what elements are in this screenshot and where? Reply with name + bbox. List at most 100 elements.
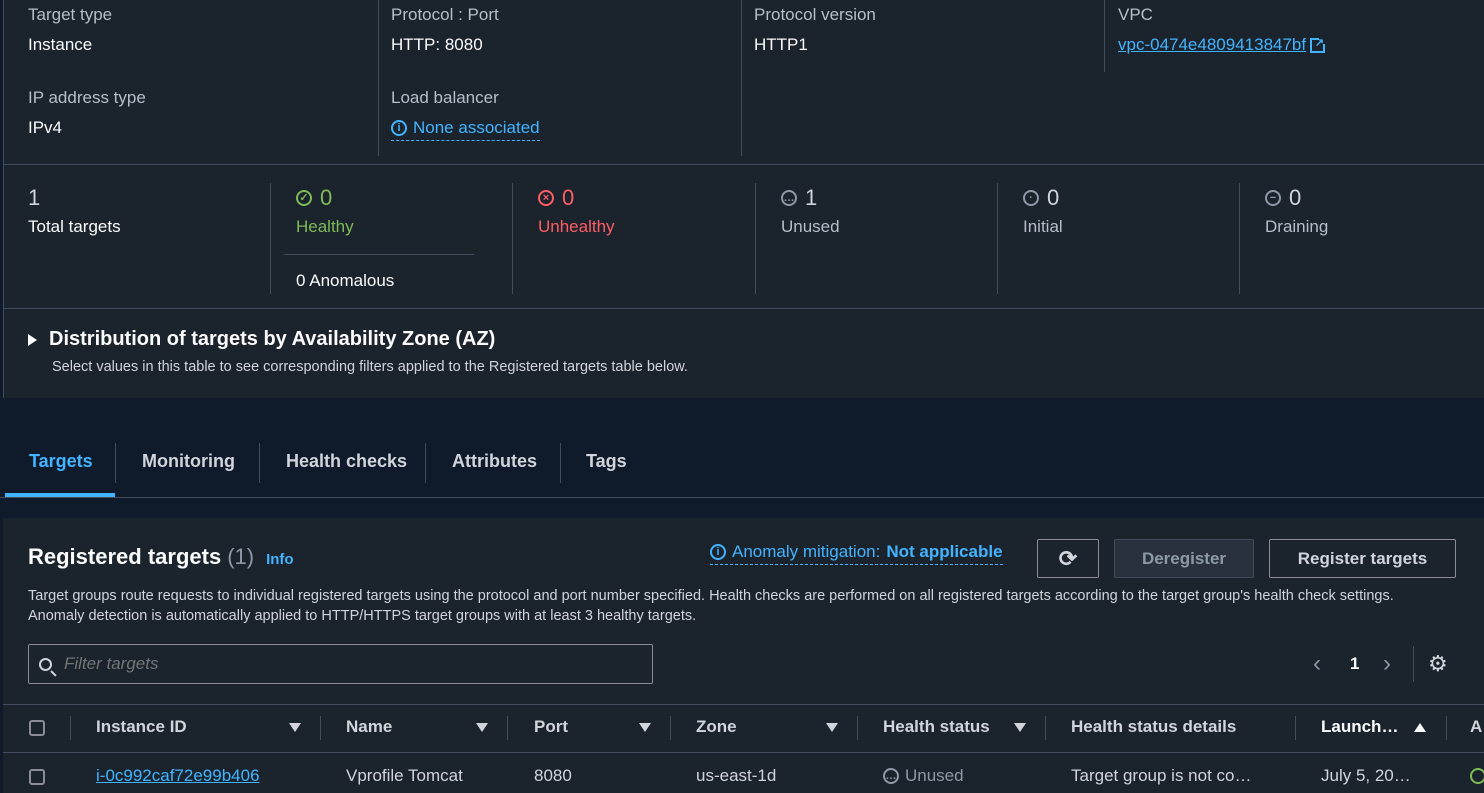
select-all-checkbox[interactable]: [29, 720, 45, 736]
tab-attributes[interactable]: Attributes: [452, 451, 537, 472]
instance-id-link[interactable]: i-0c992caf72e99b406: [96, 766, 260, 786]
unhealthy-label: Unhealthy: [538, 217, 615, 236]
anomalous-label: 0 Anomalous: [296, 271, 395, 290]
divider: [378, 0, 379, 156]
row-checkbox[interactable]: [29, 769, 45, 785]
column-header-zone[interactable]: Zone: [696, 717, 737, 737]
divider: [857, 716, 858, 740]
divider: [1239, 183, 1240, 294]
sort-icon[interactable]: [1014, 723, 1026, 732]
protocol-version-value: HTTP1: [754, 35, 808, 54]
row-zone: us-east-1d: [696, 766, 777, 785]
divider: [0, 497, 1484, 498]
search-icon: [39, 657, 57, 677]
registered-targets-heading: Registered targets (1) Info: [28, 544, 294, 570]
registered-targets-count: (1): [227, 544, 255, 569]
previous-page-icon[interactable]: ‹: [1313, 650, 1321, 678]
column-header-health-status-details[interactable]: Health status details: [1071, 717, 1236, 737]
sort-icon[interactable]: [476, 723, 488, 732]
divider: [425, 443, 426, 483]
divider: [284, 254, 474, 255]
total-targets-label: Total targets: [28, 217, 121, 236]
info-icon: i: [391, 120, 407, 136]
divider: [670, 716, 671, 740]
info-icon: i: [710, 544, 726, 560]
divider: [270, 183, 271, 294]
vpc-value: vpc-0474e4809413847bf: [1118, 35, 1307, 54]
distribution-expander[interactable]: Distribution of targets by Availability …: [28, 328, 495, 351]
tab-targets[interactable]: Targets: [29, 451, 93, 472]
row-launch-time: July 5, 20…: [1321, 766, 1411, 785]
divider: [1446, 716, 1447, 740]
distribution-subtitle: Select values in this table to see corre…: [52, 359, 688, 375]
sort-ascending-icon[interactable]: [1414, 723, 1426, 732]
next-page-icon[interactable]: ›: [1383, 650, 1391, 678]
divider: [560, 443, 561, 483]
load-balancer-label: Load balancer: [391, 88, 499, 107]
vpc-label: VPC: [1118, 5, 1153, 24]
column-header-launch-time[interactable]: Launch…: [1321, 717, 1398, 737]
filter-targets-box[interactable]: [28, 644, 653, 684]
refresh-button[interactable]: ⟳: [1037, 539, 1099, 578]
protocol-port-label: Protocol : Port: [391, 5, 499, 24]
divider: [259, 443, 260, 483]
healthy-count[interactable]: ✓ 0: [296, 185, 332, 211]
row-health-status: … Unused: [883, 766, 964, 786]
unused-count[interactable]: … 1: [781, 185, 817, 211]
filter-targets-input[interactable]: [62, 653, 626, 675]
column-header-port[interactable]: Port: [534, 717, 568, 737]
page-number[interactable]: 1: [1350, 654, 1359, 674]
unhealthy-count[interactable]: × 0: [538, 185, 574, 211]
row-port: 8080: [534, 766, 572, 785]
divider: [997, 183, 998, 294]
column-header-health-status[interactable]: Health status: [883, 717, 990, 737]
register-targets-button[interactable]: Register targets: [1269, 539, 1456, 578]
protocol-version-label: Protocol version: [754, 5, 876, 24]
caret-right-icon: [28, 333, 37, 346]
refresh-icon: ⟳: [1058, 545, 1078, 571]
anomaly-label: Anomaly mitigation:: [732, 542, 881, 561]
target-type-value: Instance: [28, 35, 93, 54]
total-targets-count: 1: [28, 185, 41, 210]
external-link-icon: ↗: [1310, 36, 1327, 53]
check-circle-icon: [1470, 768, 1484, 784]
sort-icon[interactable]: [826, 723, 838, 732]
check-circle-icon: ✓: [296, 190, 312, 206]
unused-label: Unused: [781, 217, 840, 236]
load-balancer-value: None associated: [413, 118, 540, 137]
vpc-link[interactable]: vpc-0474e4809413847bf ↗: [1118, 35, 1327, 55]
divider: [512, 183, 513, 294]
gear-icon[interactable]: ⚙: [1428, 651, 1448, 677]
minus-circle-icon: −: [1265, 190, 1281, 206]
draining-label: Draining: [1265, 217, 1329, 236]
clock-icon: ·: [1023, 190, 1039, 206]
tab-health-checks[interactable]: Health checks: [286, 451, 407, 472]
divider: [507, 716, 508, 740]
ip-type-value: IPv4: [28, 118, 63, 137]
initial-count[interactable]: · 0: [1023, 185, 1059, 211]
column-header-name[interactable]: Name: [346, 717, 392, 737]
load-balancer-link[interactable]: i None associated: [391, 118, 540, 141]
deregister-button[interactable]: Deregister: [1114, 539, 1254, 578]
registered-targets-title: Registered targets: [28, 544, 222, 569]
divider: [3, 752, 1484, 753]
protocol-port-value: HTTP: 8080: [391, 35, 483, 54]
row-health-details: Target group is not co…: [1071, 766, 1252, 785]
divider: [3, 308, 1484, 309]
divider: [70, 716, 71, 740]
anomaly-mitigation-link[interactable]: i Anomaly mitigation: Not applicable: [710, 542, 1003, 565]
divider: [320, 716, 321, 740]
divider: [741, 0, 742, 156]
divider: [1045, 716, 1046, 740]
column-header-instance-id[interactable]: Instance ID: [96, 717, 187, 737]
tab-monitoring[interactable]: Monitoring: [142, 451, 235, 472]
divider: [1104, 0, 1105, 72]
sort-icon[interactable]: [289, 723, 301, 732]
healthy-label: Healthy: [296, 217, 354, 236]
tab-tags[interactable]: Tags: [586, 451, 627, 472]
draining-count[interactable]: − 0: [1265, 185, 1301, 211]
divider: [755, 183, 756, 294]
info-link[interactable]: Info: [266, 551, 294, 568]
sort-icon[interactable]: [639, 723, 651, 732]
column-header-truncated[interactable]: A: [1470, 717, 1482, 737]
